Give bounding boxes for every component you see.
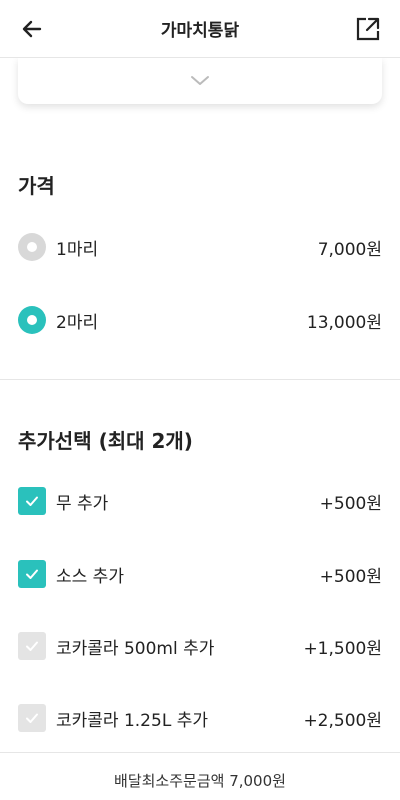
top-app-bar: 가마치통닭 (0, 0, 400, 58)
radio-unselected[interactable] (18, 233, 46, 261)
back-button[interactable] (16, 13, 48, 45)
extra-option-3[interactable]: 코카콜라 500ml 추가 +1,500원 (0, 624, 400, 668)
external-share-icon (356, 17, 380, 41)
chevron-down-icon (191, 76, 209, 85)
price-option-price: 13,000원 (306, 312, 382, 333)
check-icon (26, 713, 38, 723)
page-title: 가마치통닭 (160, 21, 240, 41)
extra-option-label: 소스 추가 (56, 566, 124, 587)
extra-option-4[interactable]: 코카콜라 1.25L 추가 +2,500원 (0, 696, 400, 740)
expand-details-toggle[interactable] (18, 58, 382, 104)
price-option-label: 1마리 (56, 239, 99, 260)
price-option-price: 7,000원 (317, 239, 382, 260)
arrow-left-icon (22, 20, 42, 38)
extra-option-2[interactable]: 소스 추가 +500원 (0, 552, 400, 596)
price-section-title: 가격 (18, 174, 55, 198)
extra-section-title: 추가선택 (최대 2개) (18, 429, 193, 453)
radio-selected[interactable] (18, 306, 46, 334)
min-order-note: 배달최소주문금액 7,000원 (114, 772, 286, 790)
extra-option-1[interactable]: 무 추가 +500원 (0, 479, 400, 523)
extra-option-label: 무 추가 (56, 493, 109, 514)
price-option-2[interactable]: 2마리 13,000원 (0, 298, 400, 342)
price-option-label: 2마리 (56, 312, 99, 333)
checkbox-disabled[interactable] (18, 632, 46, 660)
checkbox-checked[interactable] (18, 560, 46, 588)
share-button[interactable] (352, 13, 384, 45)
check-icon (26, 641, 38, 651)
footer-divider (0, 752, 400, 753)
extra-option-price: +500원 (319, 566, 382, 587)
extra-option-price: +500원 (319, 493, 382, 514)
check-icon (26, 496, 38, 506)
extra-option-price: +1,500원 (303, 638, 382, 659)
price-option-1[interactable]: 1마리 7,000원 (0, 225, 400, 269)
check-icon (26, 569, 38, 579)
extra-option-price: +2,500원 (303, 710, 382, 731)
extra-option-label: 코카콜라 1.25L 추가 (56, 710, 208, 731)
extra-option-label: 코카콜라 500ml 추가 (56, 638, 215, 659)
section-divider (0, 379, 400, 380)
checkbox-checked[interactable] (18, 487, 46, 515)
checkbox-disabled[interactable] (18, 704, 46, 732)
